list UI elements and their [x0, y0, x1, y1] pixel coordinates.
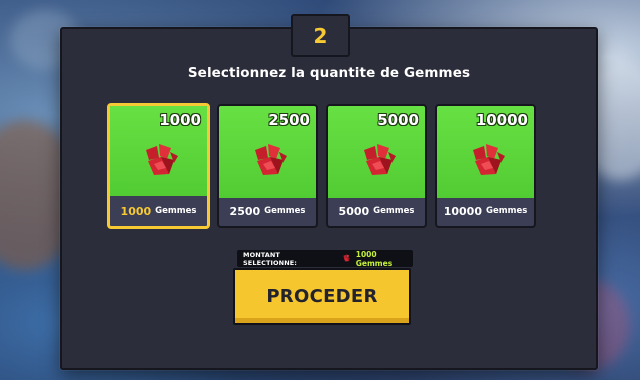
- gem-package-card-2500[interactable]: 2500 2500 Gemmes: [217, 104, 318, 228]
- card-top-amount: 5000: [377, 111, 419, 129]
- card-top-amount: 2500: [268, 111, 310, 129]
- card-top: 2500: [219, 106, 316, 198]
- gem-package-card-10000[interactable]: 10000 10000 Gemmes: [435, 104, 536, 228]
- step-number: 2: [313, 23, 328, 48]
- red-gem-icon: [255, 144, 287, 175]
- card-bottom-label: 5000 Gemmes: [328, 196, 425, 226]
- card-top: 5000: [328, 106, 425, 198]
- card-top-amount: 1000: [159, 111, 201, 129]
- card-top: 1000: [110, 106, 207, 196]
- selected-amount-label: MONTANT SELECTIONNE:: [243, 250, 297, 267]
- proceed-button[interactable]: PROCEDER: [233, 268, 411, 325]
- gem-package-list: 1000 1000 Gemmes 2500 2500 Gemmes 5000 5…: [107, 103, 536, 229]
- card-bottom-amount: 5000: [338, 204, 370, 218]
- panel-title: Selectionnez la quantite de Gemmes: [187, 65, 471, 81]
- card-unit: Gemmes: [155, 206, 197, 216]
- card-bottom-label: 1000 Gemmes: [110, 196, 207, 226]
- gem-package-card-1000[interactable]: 1000 1000 Gemmes: [107, 103, 210, 229]
- card-unit: Gemmes: [373, 206, 415, 216]
- card-bottom-label: 10000 Gemmes: [437, 196, 534, 226]
- card-unit: Gemmes: [486, 206, 528, 216]
- card-unit: Gemmes: [264, 206, 306, 216]
- card-bottom-label: 2500 Gemmes: [219, 196, 316, 226]
- step-badge: 2: [291, 14, 350, 57]
- selected-amount-value: 1000 Gemmes: [355, 249, 393, 268]
- card-top-amount: 10000: [475, 111, 528, 129]
- red-gem-icon: [473, 144, 505, 175]
- card-top: 10000: [437, 106, 534, 198]
- selected-amount-bar: MONTANT SELECTIONNE: 1000 Gemmes: [237, 249, 413, 268]
- gem-package-card-5000[interactable]: 5000 5000 Gemmes: [326, 104, 427, 228]
- card-bottom-amount: 2500: [229, 204, 261, 218]
- red-gem-icon: [364, 144, 396, 175]
- card-bottom-amount: 1000: [120, 204, 152, 218]
- red-gem-icon: [146, 144, 178, 175]
- gem-icon: [343, 254, 350, 262]
- card-bottom-amount: 10000: [443, 204, 482, 218]
